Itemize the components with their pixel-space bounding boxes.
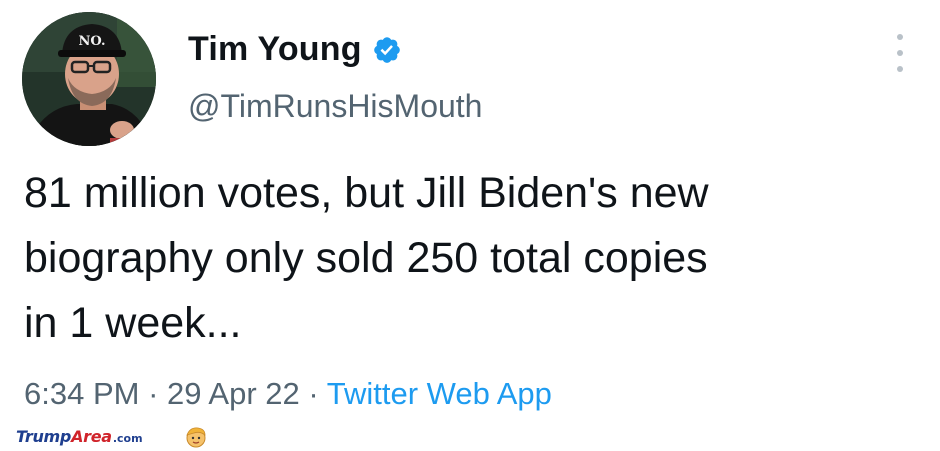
tweet-text: 81 million votes, but Jill Biden's new b… (24, 161, 924, 356)
meta-separator: · (299, 376, 327, 411)
more-options-button[interactable] (888, 34, 912, 72)
tweet-source-link[interactable]: Twitter Web App (327, 376, 552, 411)
author-avatar[interactable]: NO. (22, 12, 156, 146)
more-vertical-icon-dot (897, 66, 903, 72)
watermark-text-trump: Trump (16, 427, 72, 446)
tweet-meta: 6:34 PM · 29 Apr 22 · Twitter Web App (24, 376, 552, 412)
watermark-face-icon (186, 427, 206, 448)
author-handle[interactable]: @TimRunsHisMouth (188, 88, 482, 125)
site-watermark: Trump Area .com (16, 427, 143, 446)
verified-badge-icon (373, 36, 400, 63)
meta-separator: · (139, 376, 168, 411)
tweet-text-line: in 1 week... (24, 299, 242, 347)
watermark-text-area: Area (71, 427, 112, 446)
author-display-name[interactable]: Tim Young (188, 30, 402, 69)
tweet-text-line: 81 million votes, but Jill Biden's new (24, 169, 709, 217)
watermark-text-com: .com (112, 432, 143, 445)
more-vertical-icon-dot (897, 50, 903, 56)
author-name-text: Tim Young (188, 30, 362, 68)
avatar-hat-text: NO. (79, 34, 106, 49)
tweet-text-line: biography only sold 250 total copies (24, 234, 708, 282)
tweet-time[interactable]: 6:34 PM (24, 376, 139, 411)
more-vertical-icon-dot (897, 34, 903, 40)
tweet-date[interactable]: 29 Apr 22 (167, 376, 300, 411)
